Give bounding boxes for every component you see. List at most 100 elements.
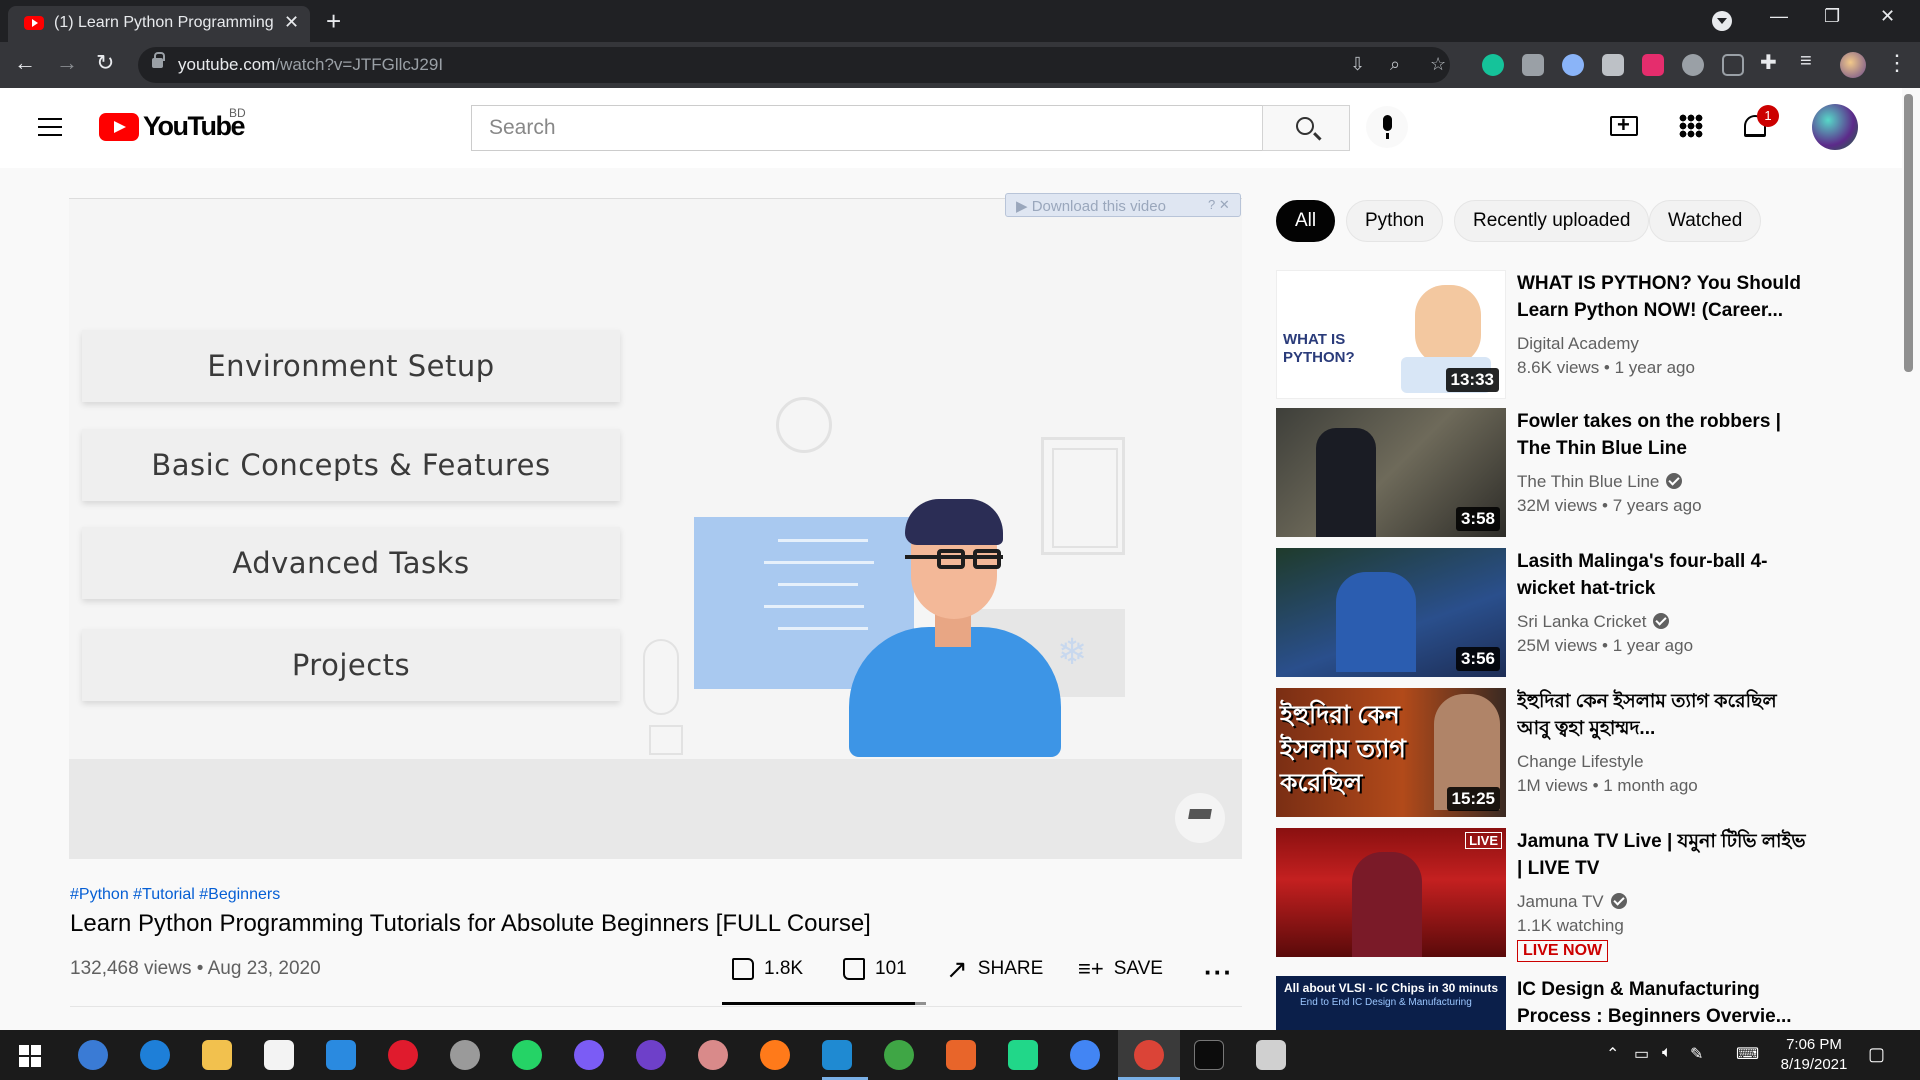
pen-icon[interactable]: ✎ — [1690, 1044, 1703, 1064]
network-icon[interactable]: ▭ — [1634, 1044, 1649, 1064]
zoom-icon[interactable]: ⌕ — [1390, 54, 1400, 75]
tray-overflow-icon[interactable]: ⌃ — [1606, 1044, 1619, 1064]
chip-watched[interactable]: Watched — [1649, 200, 1762, 242]
extension-icon[interactable] — [1722, 54, 1744, 76]
close-window-button[interactable]: ✕ — [1880, 6, 1895, 27]
apps-grid-icon[interactable] — [1679, 114, 1703, 138]
recommended-video[interactable]: LIVE Jamuna TV Live | যমুনা টিভি লাইভ | … — [1276, 828, 1816, 962]
channel-name[interactable]: Change Lifestyle — [1517, 752, 1644, 772]
keyboard-icon[interactable]: ⌨ — [1736, 1044, 1759, 1064]
tab-search-icon[interactable] — [1712, 11, 1732, 31]
extension-icon[interactable] — [1602, 54, 1624, 76]
video-title[interactable]: Jamuna TV Live | যমুনা টিভি লাইভ | LIVE … — [1517, 828, 1807, 882]
video-thumbnail[interactable]: 3:58 — [1276, 408, 1506, 537]
user-avatar[interactable] — [1812, 104, 1858, 150]
search-input[interactable] — [489, 116, 1229, 140]
opera-icon[interactable] — [388, 1040, 418, 1070]
video-thumbnail[interactable]: All about VLSI - IC Chips in 30 minuts E… — [1276, 976, 1506, 1030]
install-app-icon[interactable]: ⇩ — [1350, 54, 1365, 75]
edge-icon[interactable] — [140, 1040, 170, 1070]
download-banner-controls[interactable]: ? ✕ — [1208, 197, 1230, 213]
channel-watermark-icon[interactable] — [1175, 793, 1225, 843]
extension-icon[interactable] — [1562, 54, 1584, 76]
app-icon[interactable] — [1256, 1040, 1286, 1070]
share-button[interactable]: ↗ SHARE — [946, 956, 1043, 982]
firefox-icon[interactable] — [760, 1040, 790, 1070]
recommended-video[interactable]: ইহুদিরা কেন ইসলাম ত্যাগ করেছিল 15:25 ইহু… — [1276, 688, 1816, 818]
camera-extension-icon[interactable] — [1522, 54, 1544, 76]
video-thumbnail[interactable]: ইহুদিরা কেন ইসলাম ত্যাগ করেছিল 15:25 — [1276, 688, 1506, 817]
tab-close-icon[interactable]: ✕ — [284, 12, 299, 33]
recommended-video[interactable]: All about VLSI - IC Chips in 30 minuts E… — [1276, 976, 1816, 1030]
video-thumbnail[interactable]: 3:56 — [1276, 548, 1506, 677]
chip-python[interactable]: Python — [1346, 200, 1444, 242]
extension-icon[interactable] — [1642, 54, 1664, 76]
reload-icon[interactable]: ↻ — [96, 50, 114, 76]
media-control-icon[interactable]: ≡ — [1800, 50, 1812, 73]
recommended-video[interactable]: 3:56 Lasith Malinga's four-ball 4-wicket… — [1276, 548, 1816, 678]
chrome-icon[interactable] — [1070, 1040, 1100, 1070]
like-button[interactable]: 1.8K — [732, 958, 803, 980]
video-title[interactable]: WHAT IS PYTHON? You Should Learn Python … — [1517, 270, 1807, 324]
app-icon[interactable] — [450, 1040, 480, 1070]
windows-start-icon[interactable] — [19, 1045, 41, 1067]
recommended-video[interactable]: 3:58 Fowler takes on the robbers | The T… — [1276, 408, 1816, 538]
download-extension-icon[interactable] — [1682, 54, 1704, 76]
file-explorer-icon[interactable] — [202, 1040, 232, 1070]
microsoft-store-icon[interactable] — [264, 1040, 294, 1070]
vscode-icon[interactable] — [822, 1040, 852, 1070]
chrome-icon[interactable] — [1134, 1040, 1164, 1070]
video-player[interactable]: ▶ Download this video ? ✕ Environment Se… — [69, 193, 1242, 859]
github-desktop-icon[interactable] — [636, 1040, 666, 1070]
qbittorrent-icon[interactable] — [78, 1040, 108, 1070]
app-icon[interactable] — [698, 1040, 728, 1070]
app-icon[interactable] — [946, 1040, 976, 1070]
search-box — [471, 105, 1263, 151]
browser-tab[interactable]: (1) Learn Python Programming Tutorials ✕ — [8, 6, 310, 42]
scrollbar-thumb[interactable] — [1904, 94, 1913, 372]
hamburger-menu-icon[interactable] — [38, 118, 62, 136]
channel-name[interactable]: Digital Academy — [1517, 334, 1639, 354]
grammarly-extension-icon[interactable] — [1482, 54, 1504, 76]
recommended-video[interactable]: WHAT IS PYTHON? 13:33 WHAT IS PYTHON? Yo… — [1276, 270, 1816, 400]
extensions-puzzle-icon[interactable]: ✚ — [1760, 50, 1777, 75]
channel-name[interactable]: The Thin Blue Line — [1517, 472, 1683, 492]
notification-center-icon[interactable]: ▢ — [1868, 1044, 1885, 1065]
voice-search-button[interactable] — [1366, 106, 1408, 148]
system-clock[interactable]: 7:06 PM 8/19/2021 — [1774, 1035, 1854, 1075]
more-actions-icon[interactable]: ··· — [1204, 957, 1233, 988]
video-thumbnail[interactable]: LIVE — [1276, 828, 1506, 957]
forward-icon[interactable]: → — [56, 50, 78, 76]
download-video-banner[interactable]: ▶ Download this video ? ✕ — [1005, 193, 1241, 217]
channel-name[interactable]: Jamuna TV — [1517, 892, 1627, 912]
channel-name[interactable]: Sri Lanka Cricket — [1517, 612, 1670, 632]
app-icon[interactable] — [884, 1040, 914, 1070]
back-icon[interactable]: ← — [14, 50, 36, 76]
pycharm-icon[interactable] — [1008, 1040, 1038, 1070]
maximize-button[interactable]: ❐ — [1824, 6, 1840, 27]
new-tab-button[interactable]: + — [326, 6, 341, 37]
bookmark-star-icon[interactable]: ☆ — [1430, 54, 1446, 75]
whatsapp-icon[interactable] — [512, 1040, 542, 1070]
video-title[interactable]: Lasith Malinga's four-ball 4-wicket hat-… — [1517, 548, 1807, 602]
terminal-icon[interactable] — [1194, 1040, 1224, 1070]
chip-all[interactable]: All — [1276, 200, 1336, 242]
video-title[interactable]: Fowler takes on the robbers | The Thin B… — [1517, 408, 1807, 462]
video-title[interactable]: IC Design & Manufacturing Process : Begi… — [1517, 976, 1807, 1030]
messenger-icon[interactable] — [574, 1040, 604, 1070]
address-bar[interactable]: youtube.com/watch?v=JTFGllcJ29I ⇩ ⌕ ☆ — [138, 47, 1450, 83]
video-title[interactable]: ইহুদিরা কেন ইসলাম ত্যাগ করেছিল আবু ত্বহা… — [1517, 688, 1807, 742]
chip-recently-uploaded[interactable]: Recently uploaded — [1454, 200, 1650, 242]
browser-menu-icon[interactable]: ⋮ — [1886, 50, 1908, 76]
create-video-icon[interactable] — [1610, 112, 1638, 138]
minimize-button[interactable]: — — [1770, 6, 1788, 27]
video-thumbnail[interactable]: WHAT IS PYTHON? 13:33 — [1276, 270, 1506, 399]
save-button[interactable]: ≡+ SAVE — [1078, 957, 1163, 980]
mail-icon[interactable] — [326, 1040, 356, 1070]
dislike-button[interactable]: 101 — [843, 958, 907, 980]
volume-icon[interactable]: 🔈︎ — [1662, 1044, 1672, 1062]
browser-profile-avatar[interactable] — [1840, 52, 1866, 78]
video-hashtags[interactable]: #Python #Tutorial #Beginners — [70, 886, 280, 904]
search-button[interactable] — [1262, 105, 1350, 151]
youtube-logo-icon[interactable] — [99, 113, 139, 141]
